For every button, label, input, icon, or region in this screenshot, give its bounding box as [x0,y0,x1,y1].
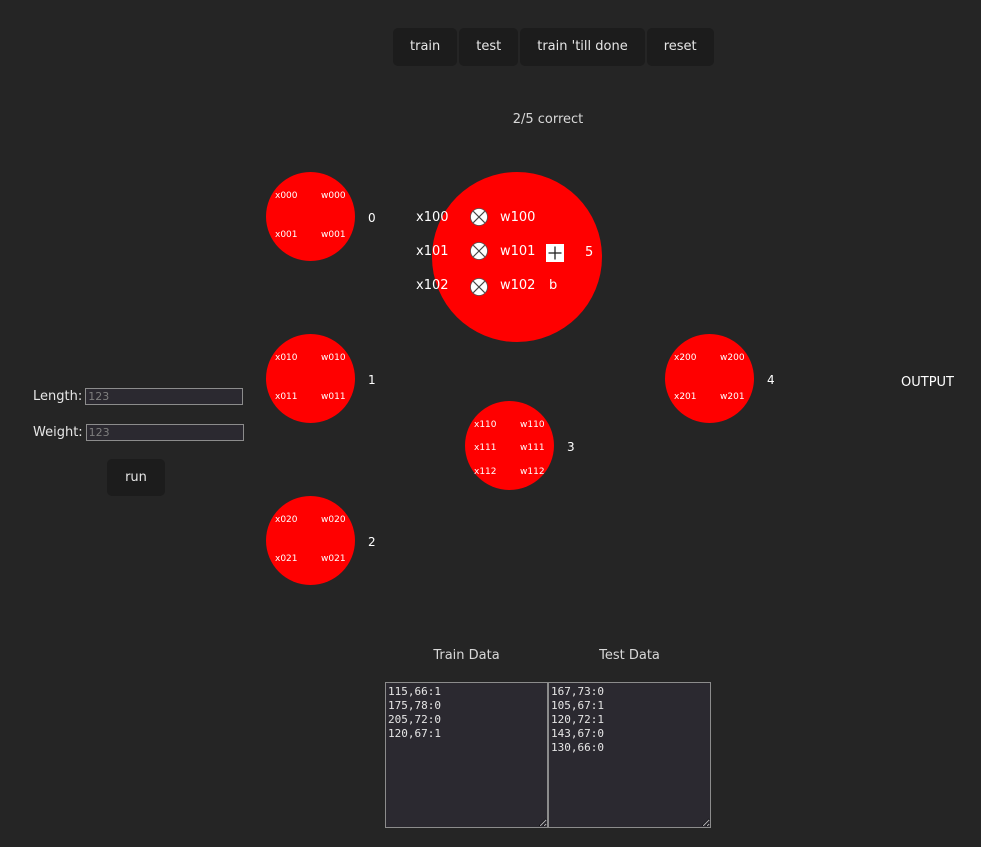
run-button[interactable]: run [107,459,165,496]
input-label: x100 [416,210,449,225]
length-label: Length: [33,389,83,404]
weight-label: w201 [720,392,745,402]
reset-button[interactable]: reset [646,28,714,66]
neuron-4[interactable]: x200 w200 x201 w201 [665,334,754,423]
sum-icon [546,244,564,262]
weight-label: w102 [500,278,536,293]
train-data-heading: Train Data [433,648,500,663]
neuron-2[interactable]: x020 w020 x021 w021 [266,496,355,585]
input-label: x001 [275,230,298,240]
length-row: Length: [33,388,244,405]
neuron-index-label: 1 [368,373,376,387]
bias-label: b [549,278,558,293]
test-data-heading: Test Data [599,648,660,663]
weight-label: w110 [520,420,545,430]
input-label: x102 [416,278,449,293]
weight-label: w100 [500,210,536,225]
input-label: x111 [474,443,497,453]
input-label: x112 [474,467,497,477]
output-label: OUTPUT [901,375,954,390]
input-label: x021 [275,554,298,564]
input-label: x020 [275,515,298,525]
train-data-textarea[interactable]: 115,66:1 175,78:0 205,72:0 120,67:1 [385,682,548,828]
toolbar: train test train 'till done reset [393,28,714,66]
input-label: x101 [416,244,449,259]
test-data-textarea[interactable]: 167,73:0 105,67:1 120,72:1 143,67:0 130,… [548,682,711,828]
weight-label: w011 [321,392,346,402]
weight-label: w200 [720,353,745,363]
input-label: x010 [275,353,298,363]
multiply-icon [470,208,488,226]
accuracy-status: 2/5 correct [512,112,584,127]
weight-label: w021 [321,554,346,564]
input-label: x000 [275,191,298,201]
neuron-index-label: 5 [585,245,594,260]
neuron-index-label: 0 [368,211,376,225]
weight-input[interactable] [85,424,244,441]
multiply-icon [470,278,488,296]
neuron-index-label: 2 [368,535,376,549]
neuron-3[interactable]: x110 w110 x111 w111 x112 w112 [465,401,554,490]
neuron-1[interactable]: x010 w010 x011 w011 [266,334,355,423]
train-button[interactable]: train [393,28,458,66]
input-label: x200 [674,353,697,363]
input-label: x110 [474,420,497,430]
input-label: x011 [275,392,298,402]
app-root: train test train 'till done reset 2/5 co… [0,0,981,847]
weight-row: Weight: [33,424,244,441]
weight-label: w111 [520,443,545,453]
neuron-index-label: 4 [767,373,775,387]
neuron-0[interactable]: x000 w000 x001 w001 [266,172,355,261]
length-input[interactable] [85,388,244,405]
test-button[interactable]: test [459,28,519,66]
weight-label: Weight: [33,425,83,440]
weight-label: w010 [321,353,346,363]
weight-label: w101 [500,244,536,259]
input-label: x201 [674,392,697,402]
weight-label: w112 [520,467,545,477]
neuron-index-label: 3 [567,440,575,454]
multiply-icon [470,242,488,260]
weight-label: w020 [321,515,346,525]
train-till-done-button[interactable]: train 'till done [520,28,645,66]
weight-label: w000 [321,191,346,201]
weight-label: w001 [321,230,346,240]
